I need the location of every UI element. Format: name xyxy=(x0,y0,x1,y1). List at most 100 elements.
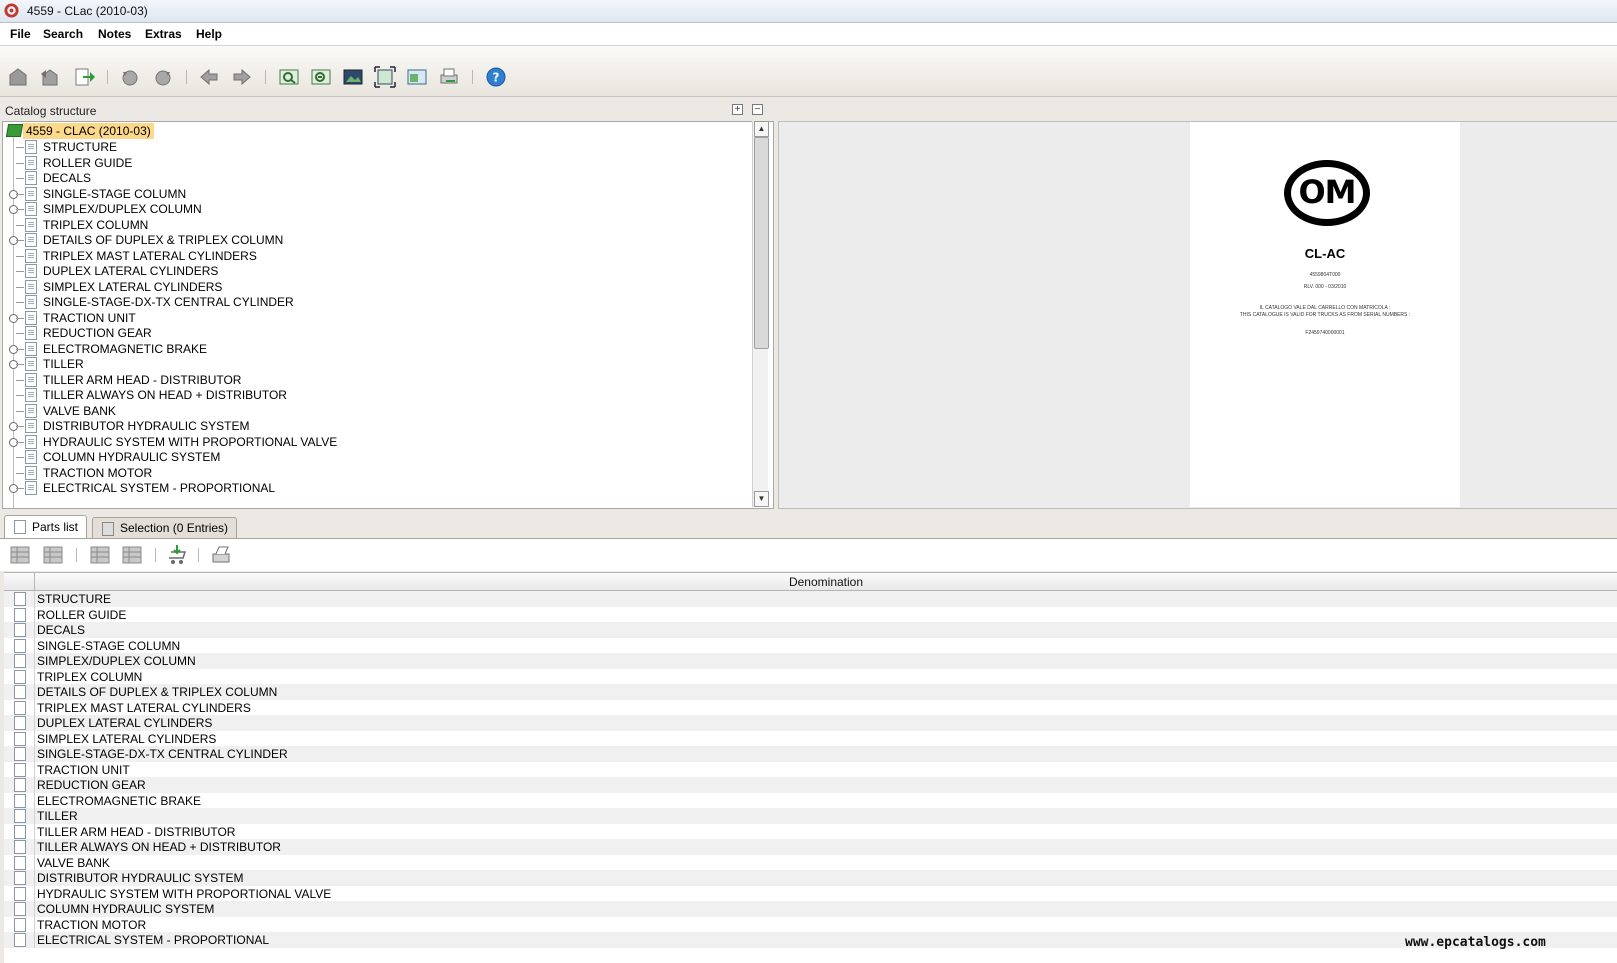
tree-item-label: STRUCTURE xyxy=(43,140,117,154)
tree-item[interactable]: TRACTION UNIT xyxy=(3,310,753,326)
tree-item[interactable]: TRIPLEX COLUMN xyxy=(3,217,753,233)
scroll-up-arrow[interactable]: ▲ xyxy=(754,121,769,137)
grid-icon[interactable] xyxy=(9,544,31,566)
tree-connector xyxy=(16,209,24,210)
tree-item[interactable]: SIMPLEX/DUPLEX COLUMN xyxy=(3,201,753,217)
tree-item[interactable]: DECALS xyxy=(3,170,753,186)
denomination-cell: STRUCTURE xyxy=(37,592,111,606)
select-all-icon[interactable] xyxy=(89,544,111,566)
table-row[interactable]: DISTRIBUTOR HYDRAULIC SYSTEM xyxy=(4,870,1617,886)
table-row[interactable]: TRIPLEX COLUMN xyxy=(4,668,1617,685)
print-icon[interactable] xyxy=(210,544,232,566)
menu-help[interactable]: Help xyxy=(196,27,222,41)
table-row[interactable]: DECALS xyxy=(4,622,1617,638)
tree-item[interactable]: HYDRAULIC SYSTEM WITH PROPORTIONAL VALVE xyxy=(3,434,753,450)
table-row[interactable]: VALVE BANK xyxy=(4,854,1617,871)
svg-text:?: ? xyxy=(493,71,500,85)
document-icon xyxy=(14,886,26,901)
prev-icon[interactable] xyxy=(198,66,220,88)
icon-column-header[interactable] xyxy=(4,573,35,590)
table-row[interactable]: STRUCTURE xyxy=(4,591,1617,607)
horizontal-splitter[interactable] xyxy=(0,508,1617,514)
vertical-splitter[interactable] xyxy=(770,100,776,508)
table-row[interactable]: TRACTION MOTOR xyxy=(4,916,1617,933)
document-icon xyxy=(25,171,37,185)
tree-item[interactable]: ELECTROMAGNETIC BRAKE xyxy=(3,341,753,357)
tab-parts-list-label: Parts list xyxy=(32,520,79,534)
window-icon[interactable] xyxy=(406,66,428,88)
denomination-column-header[interactable]: Denomination xyxy=(35,575,1617,589)
tree-scrollbar[interactable]: ▲ ▼ xyxy=(752,121,769,507)
print-icon[interactable] xyxy=(438,66,460,88)
table-row[interactable]: TILLER xyxy=(4,808,1617,824)
add-to-cart-icon[interactable] xyxy=(166,544,188,566)
menu-search[interactable]: Search xyxy=(43,27,83,41)
document-icon xyxy=(14,840,26,854)
table-row[interactable]: TILLER ALWAYS ON HEAD + DISTRIBUTOR xyxy=(4,839,1617,855)
table-row[interactable]: DETAILS OF DUPLEX & TRIPLEX COLUMN xyxy=(4,684,1617,700)
table-row[interactable]: SIMPLEX LATERAL CYLINDERS xyxy=(4,730,1617,747)
undo-icon[interactable] xyxy=(119,66,141,88)
tree-item[interactable]: STRUCTURE xyxy=(3,139,753,155)
table-row[interactable]: SINGLE-STAGE COLUMN xyxy=(4,637,1617,654)
tree-item[interactable]: SINGLE-STAGE COLUMN xyxy=(3,186,753,202)
table-row[interactable]: DUPLEX LATERAL CYLINDERS xyxy=(4,715,1617,731)
help-icon[interactable]: ? xyxy=(485,66,507,88)
tree-item[interactable]: TRACTION MOTOR xyxy=(3,465,753,481)
catalog-tree[interactable]: 4559 - CLAC (2010-03) STRUCTURE ROLLER GU… xyxy=(2,121,774,509)
table-row[interactable]: HYDRAULIC SYSTEM WITH PROPORTIONAL VALVE xyxy=(4,885,1617,902)
collapse-all-button[interactable]: − xyxy=(752,104,763,115)
scroll-thumb[interactable] xyxy=(754,137,769,349)
table-row[interactable]: ELECTRICAL SYSTEM - PROPORTIONAL xyxy=(4,932,1617,948)
tab-parts-list[interactable]: Parts list xyxy=(4,515,88,539)
table-row[interactable]: COLUMN HYDRAULIC SYSTEM xyxy=(4,901,1617,917)
fit-page-icon[interactable] xyxy=(374,66,396,88)
home-icon[interactable] xyxy=(7,66,29,88)
table-row[interactable]: TRIPLEX MAST LATERAL CYLINDERS xyxy=(4,699,1617,716)
document-icon xyxy=(25,481,37,495)
tree-item[interactable]: VALVE BANK xyxy=(3,403,753,419)
tree-item[interactable]: ELECTRICAL SYSTEM - PROPORTIONAL xyxy=(3,480,753,496)
table-row[interactable]: SIMPLEX/DUPLEX COLUMN xyxy=(4,653,1617,669)
tree-item[interactable]: DUPLEX LATERAL CYLINDERS xyxy=(3,263,753,279)
zoom-in-icon[interactable] xyxy=(278,66,300,88)
column-divider xyxy=(34,715,35,731)
tree-item[interactable]: DETAILS OF DUPLEX & TRIPLEX COLUMN xyxy=(3,232,753,248)
tab-selection[interactable]: Selection (0 Entries) xyxy=(92,517,238,538)
table-row[interactable]: ROLLER GUIDE xyxy=(4,606,1617,623)
table-row[interactable]: REDUCTION GEAR xyxy=(4,777,1617,793)
menu-notes[interactable]: Notes xyxy=(98,27,131,41)
export-icon[interactable] xyxy=(73,66,95,88)
zoom-out-icon[interactable] xyxy=(310,66,332,88)
table-row[interactable]: TRACTION UNIT xyxy=(4,761,1617,778)
tree-item[interactable]: TRIPLEX MAST LATERAL CYLINDERS xyxy=(3,248,753,264)
denomination-cell: ELECTRICAL SYSTEM - PROPORTIONAL xyxy=(37,933,270,947)
tree-item[interactable]: DISTRIBUTOR HYDRAULIC SYSTEM xyxy=(3,418,753,434)
grid-remove-icon[interactable] xyxy=(42,544,64,566)
scroll-down-arrow[interactable]: ▼ xyxy=(754,491,769,507)
table-row[interactable]: TILLER ARM HEAD - DISTRIBUTOR xyxy=(4,823,1617,840)
tree-item[interactable]: REDUCTION GEAR xyxy=(3,325,753,341)
tree-connector xyxy=(16,364,24,365)
menu-file[interactable]: File xyxy=(10,27,31,41)
expand-all-button[interactable]: + xyxy=(732,104,743,115)
table-row[interactable]: ELECTROMAGNETIC BRAKE xyxy=(4,792,1617,809)
table-row[interactable]: SINGLE-STAGE-DX-TX CENTRAL CYLINDER xyxy=(4,746,1617,762)
image-icon[interactable] xyxy=(342,66,364,88)
tree-connector xyxy=(16,410,24,412)
document-icon xyxy=(14,685,26,699)
back-icon[interactable] xyxy=(39,66,61,88)
tree-item[interactable]: TILLER ALWAYS ON HEAD + DISTRIBUTOR xyxy=(3,387,753,403)
tree-item[interactable]: TILLER ARM HEAD - DISTRIBUTOR xyxy=(3,372,753,388)
title-bar: 4559 - CLac (2010-03) xyxy=(0,0,1617,23)
tree-item[interactable]: COLUMN HYDRAULIC SYSTEM xyxy=(3,449,753,465)
tree-item[interactable]: SIMPLEX LATERAL CYLINDERS xyxy=(3,279,753,295)
denomination-cell: SIMPLEX LATERAL CYLINDERS xyxy=(37,731,217,746)
deselect-all-icon[interactable] xyxy=(121,544,143,566)
next-icon[interactable] xyxy=(231,66,253,88)
tree-item[interactable]: TILLER xyxy=(3,356,753,372)
redo-icon[interactable] xyxy=(152,66,174,88)
tree-item[interactable]: SINGLE-STAGE-DX-TX CENTRAL CYLINDER xyxy=(3,294,753,310)
menu-extras[interactable]: Extras xyxy=(145,27,182,41)
tree-item[interactable]: ROLLER GUIDE xyxy=(3,155,753,171)
